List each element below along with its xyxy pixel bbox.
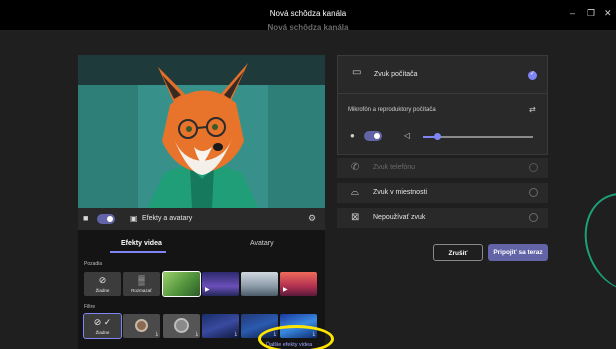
volume-knob[interactable]: [434, 133, 442, 140]
device-label: Mikrofón a reproduktory počítača: [348, 107, 436, 113]
tab-video-effects[interactable]: Efekty videa: [121, 240, 162, 247]
join-now-button[interactable]: Pripojiť sa teraz: [488, 244, 548, 261]
highlight-circle: [258, 325, 334, 349]
minimize-button[interactable]: –: [570, 8, 575, 18]
room-audio-option[interactable]: ⌓ Zvuk v miestnosti: [337, 183, 548, 203]
background-image-tile[interactable]: ▶: [202, 272, 239, 296]
computer-audio-radio[interactable]: [528, 70, 537, 80]
background-none-tile[interactable]: ⊘ Žiadne: [84, 272, 121, 296]
cancel-button[interactable]: Zrušiť: [433, 244, 483, 261]
background-image-tile[interactable]: [162, 271, 201, 297]
phone-audio-radio[interactable]: [529, 163, 538, 172]
green-arc-decoration: [571, 181, 616, 303]
title-bar: Nová schôdza kanála Nová schôdza kanála …: [0, 0, 616, 32]
phone-audio-option[interactable]: ✆ Zvuk telefónu: [337, 158, 548, 178]
download-icon: ⤓: [234, 331, 237, 337]
no-audio-icon: ⊠: [351, 212, 360, 223]
microphone-icon: ●: [350, 131, 355, 140]
backgrounds-label: Pozadia: [84, 261, 103, 267]
phone-icon: ✆: [351, 162, 360, 173]
maximize-button[interactable]: ❐: [587, 8, 595, 18]
speaker-icon: ◁: [404, 131, 411, 140]
background-image-tile[interactable]: ▶: [280, 272, 317, 296]
fox-avatar: [78, 55, 325, 208]
video-background-icon: ▶: [283, 287, 288, 293]
video-preview: [78, 55, 325, 208]
download-icon: ⤓: [155, 331, 158, 337]
filter-tile[interactable]: ⤓: [123, 314, 160, 338]
window-title-ghost: Nová schôdza kanála: [267, 23, 349, 32]
blur-icon: ▒: [138, 275, 145, 285]
video-background-icon: ▶: [205, 287, 210, 293]
none-icon: ⊘: [98, 275, 107, 285]
divider: [338, 93, 547, 94]
none-icon: ⊘ ✓: [93, 317, 112, 327]
background-blur-tile[interactable]: ▒ Rozmazať: [123, 272, 160, 296]
device-settings-icon[interactable]: ⚙: [308, 213, 316, 223]
room-audio-radio[interactable]: [529, 188, 538, 197]
computer-audio-icon: ▭: [352, 67, 362, 78]
active-tab-indicator: [110, 251, 166, 253]
camera-toggle[interactable]: [97, 214, 115, 224]
filter-tile[interactable]: ⤓: [163, 314, 200, 338]
room-audio-label: Zvuk v miestnosti: [373, 189, 428, 196]
filter-preview-icon: [174, 318, 189, 333]
computer-audio-label: Zvuk počítača: [374, 71, 418, 78]
phone-audio-label: Zvuk telefónu: [373, 164, 416, 171]
close-button[interactable]: ✕: [604, 8, 612, 18]
video-controls-bar: ■ ▣ Efekty a avatary ⚙: [78, 208, 325, 230]
filters-label: Filtre: [84, 304, 96, 310]
computer-audio-card[interactable]: ▭ Zvuk počítača Mikrofón a reproduktory …: [337, 55, 548, 155]
no-audio-radio[interactable]: [529, 213, 538, 222]
filter-preview-icon: [135, 319, 148, 332]
download-icon: ⤓: [195, 331, 198, 337]
tab-avatars[interactable]: Avatary: [250, 240, 274, 247]
device-settings-icon[interactable]: ⇄: [529, 105, 536, 115]
no-audio-option[interactable]: ⊠ Nepoužívať zvuk: [337, 208, 548, 228]
window-title: Nová schôdza kanála: [269, 9, 347, 18]
no-audio-label: Nepoužívať zvuk: [373, 214, 426, 221]
effects-icon: ▣: [130, 214, 138, 223]
filter-none-tile[interactable]: ⊘ ✓ Žiadne: [83, 313, 122, 339]
speaker-volume-slider[interactable]: [423, 133, 533, 140]
background-image-tile[interactable]: [241, 272, 278, 296]
camera-icon: ■: [83, 213, 89, 223]
microphone-toggle[interactable]: [364, 131, 382, 141]
effects-and-avatars-label[interactable]: Efekty a avatary: [142, 215, 192, 222]
filter-tile[interactable]: ⤓: [202, 314, 239, 338]
room-icon: ⌓: [351, 187, 359, 198]
